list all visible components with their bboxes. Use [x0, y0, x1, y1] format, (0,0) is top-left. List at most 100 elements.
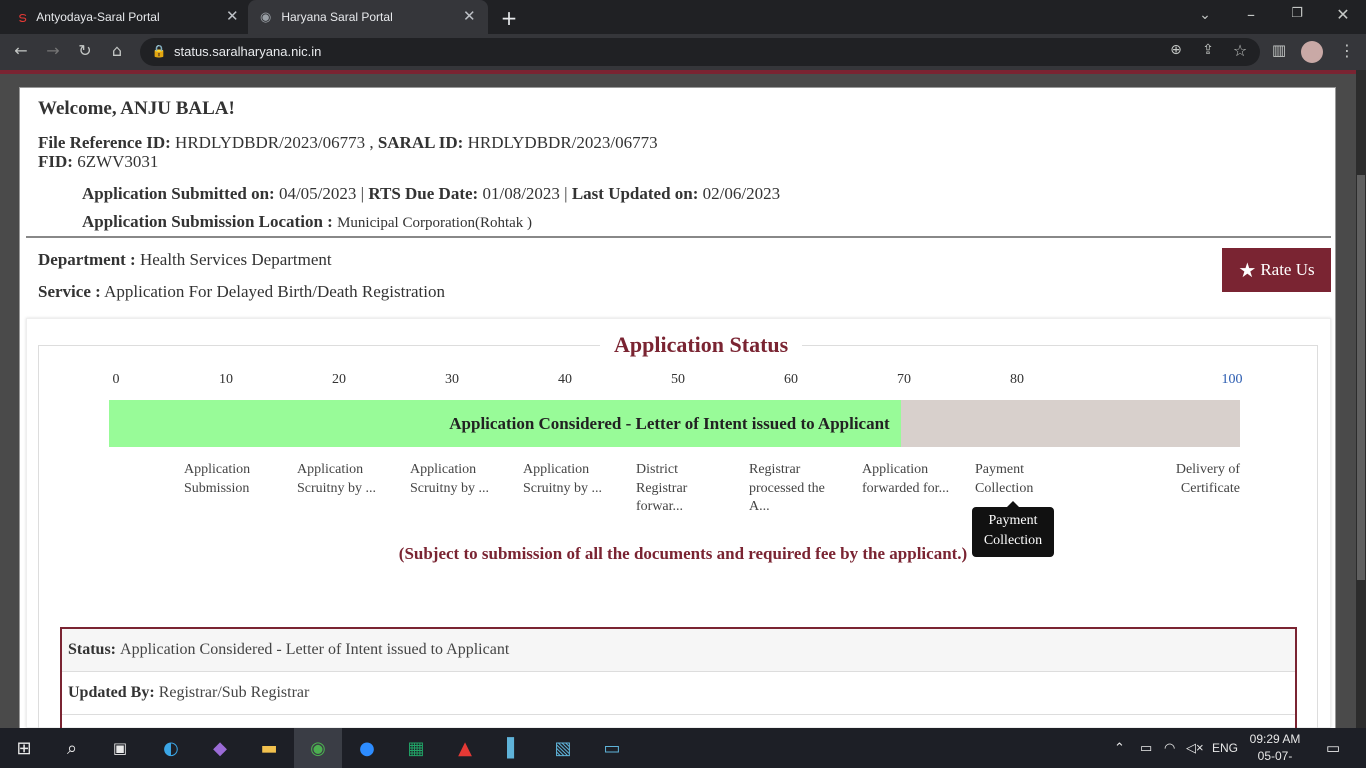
snipping-tool-icon[interactable]: ▧: [539, 728, 587, 768]
status-label: Status:: [68, 641, 117, 658]
home-icon[interactable]: ⌂: [106, 41, 128, 60]
star-icon: ★: [1238, 258, 1257, 282]
progress-label: Application Considered - Letter of Inten…: [449, 413, 890, 433]
scale-tick: 10: [219, 372, 233, 387]
step-label: Application Submission: [184, 462, 251, 496]
menu-icon[interactable]: ⋮: [1336, 41, 1358, 60]
submitted-value: 04/05/2023: [278, 184, 357, 203]
scrollbar-thumb[interactable]: [1357, 175, 1365, 580]
app-icon[interactable]: ▌: [490, 728, 538, 768]
task-view-icon[interactable]: ▣: [96, 728, 144, 768]
step-label: Registrar processed the A...: [749, 462, 825, 514]
chrome-icon[interactable]: ◉: [294, 728, 342, 768]
volume-icon[interactable]: ◁×: [1186, 728, 1204, 768]
battery-icon[interactable]: ▭: [1140, 728, 1152, 768]
table-row: Updated By: Registrar/Sub Registrar: [62, 672, 1295, 715]
reload-icon[interactable]: ↻: [74, 41, 96, 60]
fid-value: 6ZWV3031: [77, 152, 159, 171]
tab-title: Haryana Saral Portal: [281, 10, 393, 24]
updated-by-value: Registrar/Sub Registrar: [158, 684, 310, 701]
service-value: Application For Delayed Birth/Death Regi…: [104, 282, 445, 301]
avatar[interactable]: [1301, 41, 1323, 63]
service-line: Service : Application For Delayed Birth/…: [38, 282, 445, 302]
share-icon[interactable]: ⇪: [1197, 42, 1219, 58]
dates-line: Application Submitted on: 04/05/2023 | R…: [82, 184, 781, 203]
visual-studio-icon[interactable]: ◆: [196, 728, 244, 768]
forward-icon[interactable]: →: [42, 41, 64, 60]
scale-tick: 100: [1221, 372, 1243, 387]
step-label: Application Scruitny by ...: [297, 462, 376, 496]
language-indicator[interactable]: ENG: [1212, 728, 1238, 768]
fid-label: FID:: [38, 152, 73, 171]
location-label: Application Submission Location :: [82, 212, 333, 231]
tab-antyodaya[interactable]: ട Antyodaya-Saral Portal ✕: [8, 0, 246, 34]
step-label: Application Scruitny by ...: [410, 462, 489, 496]
rate-us-label: Rate Us: [1260, 260, 1315, 279]
windows-start-icon[interactable]: ⊞: [0, 728, 48, 768]
back-icon[interactable]: ←: [10, 41, 32, 60]
submitted-label: Application Submitted on:: [82, 184, 275, 203]
globe-icon: ◉: [260, 9, 272, 24]
progress-bar: Application Considered - Letter of Inten…: [109, 400, 1240, 447]
excel-icon[interactable]: ▦: [392, 728, 440, 768]
application-status-title: Application Status: [600, 332, 803, 358]
chevron-down-icon[interactable]: ⌄: [1194, 7, 1216, 23]
last-updated-value: 02/06/2023: [702, 184, 781, 203]
acrobat-icon[interactable]: ▲: [441, 728, 489, 768]
file-ref-value: HRDLYDBDR/2023/06773: [175, 133, 366, 152]
step-label-payment[interactable]: Payment Collection: [975, 461, 1055, 498]
last-updated-label: Last Updated on:: [571, 184, 699, 203]
rate-us-button[interactable]: ★ Rate Us: [1222, 248, 1331, 292]
clock[interactable]: 09:29 AM 05-07-2023: [1246, 731, 1304, 768]
plus-icon[interactable]: +: [498, 6, 520, 30]
saral-id-value: HRDLYDBDR/2023/06773: [467, 133, 658, 152]
sidebar-icon[interactable]: ▥: [1268, 41, 1290, 59]
network-app-icon[interactable]: ▭: [588, 728, 636, 768]
scale-tick: 20: [332, 372, 346, 387]
clock-time: 09:29 AM: [1249, 732, 1301, 746]
rts-label: RTS Due Date:: [368, 184, 479, 203]
saral-logo-icon: ട: [18, 8, 27, 25]
step-label: Application forwarded for...: [862, 462, 950, 496]
scale-tick: 50: [671, 372, 685, 387]
progress-label-wrap: Application Considered - Letter of Inten…: [109, 400, 1240, 447]
status-value: Application Considered - Letter of Inten…: [120, 641, 510, 658]
step-label: District Registrar forwar...: [636, 462, 688, 514]
minimize-icon[interactable]: –: [1240, 5, 1262, 24]
welcome-heading: Welcome, ANJU BALA!: [38, 98, 235, 119]
status-details-table: Status: Application Considered - Letter …: [60, 627, 1297, 737]
divider: [26, 236, 1331, 238]
url-text[interactable]: status.saralharyana.nic.in: [174, 44, 321, 59]
saral-id-label: SARAL ID:: [377, 133, 464, 152]
step-label: Application Scruitny by ...: [523, 462, 602, 496]
table-row: Status: Application Considered - Letter …: [62, 629, 1295, 672]
scale-tick: 70: [897, 372, 911, 387]
close-icon[interactable]: ✕: [226, 7, 239, 25]
zoom-icon[interactable]: ⊕: [1165, 42, 1187, 58]
search-icon[interactable]: ⌕: [48, 728, 96, 768]
edge-icon[interactable]: ◐: [147, 728, 195, 768]
scale-tick: 40: [558, 372, 572, 387]
bookmark-star-icon[interactable]: ☆: [1229, 41, 1251, 60]
close-window-icon[interactable]: ✕: [1332, 5, 1354, 24]
scale-tick: 0: [112, 372, 120, 387]
close-icon[interactable]: ✕: [463, 7, 476, 25]
zoom-app-icon[interactable]: ●: [343, 728, 391, 768]
clock-date: 05-07-2023: [1257, 749, 1293, 768]
restore-icon[interactable]: ❐: [1286, 6, 1308, 21]
tab-haryana-saral[interactable]: ◉ Haryana Saral Portal ✕: [248, 0, 488, 34]
notification-icon[interactable]: ▭: [1326, 728, 1340, 768]
scale-tick: 30: [445, 372, 459, 387]
department-line: Department : Health Services Department: [38, 250, 332, 270]
department-label: Department :: [38, 250, 136, 269]
wifi-icon[interactable]: ◠: [1164, 728, 1175, 768]
submission-note: (Subject to submission of all the docume…: [398, 544, 968, 563]
fid-line: FID: 6ZWV3031: [38, 152, 158, 172]
file-explorer-icon[interactable]: ▬: [245, 728, 293, 768]
location-line: Application Submission Location : Munici…: [82, 212, 532, 232]
chevron-up-icon[interactable]: ⌃: [1114, 728, 1125, 768]
department-value: Health Services Department: [139, 250, 332, 269]
tab-title: Antyodaya-Saral Portal: [36, 10, 160, 24]
lock-icon[interactable]: 🔒: [148, 44, 170, 58]
file-reference-line: File Reference ID: HRDLYDBDR/2023/06773 …: [38, 133, 658, 152]
